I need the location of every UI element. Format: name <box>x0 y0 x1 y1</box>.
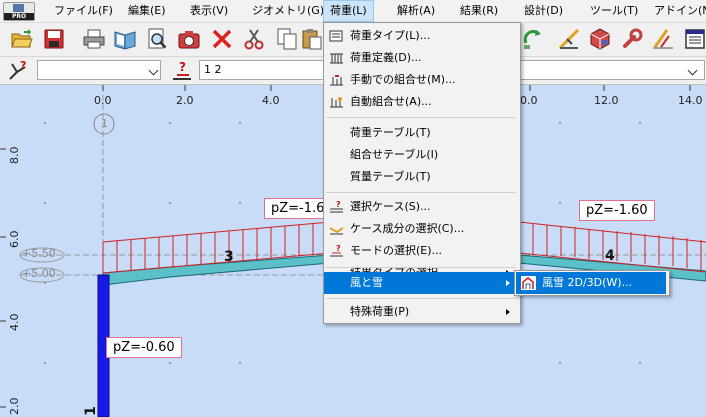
y-tick-3: 2.0 <box>8 397 21 416</box>
load-type-icon <box>329 29 344 43</box>
member-label-3: 3 <box>224 249 234 265</box>
svg-text:?: ? <box>336 200 341 209</box>
menu-load[interactable]: 荷重(L) <box>323 0 374 22</box>
wind-snow-submenu: 風雪 2D/3D(W)... <box>514 270 670 296</box>
mode-select-icon: ? <box>329 244 344 258</box>
wind-snow-icon <box>521 276 536 290</box>
cube-icon[interactable] <box>588 27 612 51</box>
menu-item-wind-snow-2d3d[interactable]: 風雪 2D/3D(W)... <box>516 272 666 294</box>
menu-item-select-case[interactable]: ? 選択ケース(S)... <box>324 196 518 218</box>
menu-view[interactable]: 表示(V) <box>184 0 234 22</box>
measure-icon[interactable] <box>557 27 581 51</box>
level-label-upper: +5.50 <box>22 247 56 260</box>
book-icon[interactable] <box>113 27 137 51</box>
node-ref-label: 1 <box>101 117 108 130</box>
load-label-right[interactable]: pZ=-1.60 <box>579 200 655 221</box>
menu-analysis[interactable]: 解析(A) <box>391 0 441 22</box>
window-icon[interactable] <box>683 27 706 51</box>
svg-text:?: ? <box>20 59 26 72</box>
y-tick-1: 6.0 <box>8 230 21 249</box>
select-case-icon: ? <box>329 200 344 214</box>
menu-item-manual-combination[interactable]: 手動での組合せ(M)... <box>324 69 518 91</box>
member-label-4: 4 <box>605 248 615 264</box>
x-tick-1: 2.0 <box>176 94 194 107</box>
camera-icon[interactable] <box>177 27 201 51</box>
refresh-icon[interactable] <box>522 27 546 51</box>
menu-edit[interactable]: 編集(E) <box>122 0 172 22</box>
chevron-down-icon <box>687 65 698 76</box>
menu-item-load-table[interactable]: 荷重テーブル(T) <box>324 122 518 144</box>
save-icon[interactable] <box>42 27 66 51</box>
load-case-icon: ? <box>171 59 195 83</box>
select-node-icon[interactable]: ? <box>6 59 30 83</box>
menu-bar: PRO ファイル(F) 編集(E) 表示(V) ジオメトリ(G) 荷重(L) 解… <box>0 0 706 23</box>
menu-item-load-definition[interactable]: 荷重定義(D)... <box>324 47 518 69</box>
app-logo: PRO <box>3 2 35 21</box>
paste-icon[interactable] <box>300 27 324 51</box>
menu-separator <box>326 192 516 193</box>
svg-text:?: ? <box>336 244 341 253</box>
y-tick-0: 8.0 <box>8 146 21 165</box>
result-combo[interactable] <box>519 60 705 80</box>
open-icon[interactable] <box>10 27 34 51</box>
manual-combination-icon <box>329 73 344 87</box>
print-preview-icon[interactable] <box>145 27 169 51</box>
menu-item-special-loads[interactable]: 特殊荷重(P) <box>324 301 518 323</box>
menu-results[interactable]: 結果(R) <box>454 0 504 22</box>
svg-text:?: ? <box>179 60 186 74</box>
load-menu-dropdown: 荷重タイプ(L)... 荷重定義(D)... 手動での組合せ(M)... 自動組… <box>323 22 521 324</box>
app-icon <box>13 4 24 12</box>
load-definition-icon <box>329 51 344 65</box>
menu-item-load-type[interactable]: 荷重タイプ(L)... <box>324 25 518 47</box>
x-tick-2: 4.0 <box>262 94 280 107</box>
menu-tools[interactable]: ツール(T) <box>584 0 644 22</box>
x-tick-0: 0.0 <box>94 94 112 107</box>
menu-file[interactable]: ファイル(F) <box>48 0 119 22</box>
print-icon[interactable] <box>82 27 106 51</box>
member-label-1: 1 <box>82 406 99 416</box>
x-tick-5: 14.0 <box>678 94 703 107</box>
selection-combo[interactable] <box>37 60 161 80</box>
y-tick-2: 4.0 <box>8 313 21 332</box>
x-tick-3: 0.0 <box>520 94 538 107</box>
menu-separator <box>326 298 516 299</box>
load-case-combo[interactable]: 1 2 <box>199 60 324 80</box>
chevron-down-icon <box>148 65 159 76</box>
menu-separator <box>326 117 516 118</box>
level-label-lower: +5.00 <box>22 267 56 280</box>
menu-geometry[interactable]: ジオメトリ(G) <box>246 0 330 22</box>
draw-icon[interactable] <box>651 27 675 51</box>
submenu-arrow-icon <box>506 280 510 286</box>
menu-item-mode-select[interactable]: ? モードの選択(E)... <box>324 240 518 262</box>
menu-addin[interactable]: アドイン(N) <box>648 0 706 22</box>
logo-text: PRO <box>4 13 34 20</box>
case-component-icon <box>329 222 344 236</box>
menu-item-mass-table[interactable]: 質量テーブル(T) <box>324 166 518 188</box>
menu-item-wind-snow[interactable]: 風と雪 <box>324 272 518 294</box>
load-label-column[interactable]: pZ=-0.60 <box>106 337 182 358</box>
copy-icon[interactable] <box>275 27 299 51</box>
delete-icon[interactable] <box>210 27 234 51</box>
cut-icon[interactable] <box>242 27 266 51</box>
menu-item-combination-table[interactable]: 組合せテーブル(I) <box>324 144 518 166</box>
x-tick-4: 12.0 <box>594 94 619 107</box>
load-label-left[interactable]: pZ=-1.6 <box>264 198 332 219</box>
menu-item-case-component[interactable]: ケース成分の選択(C)... <box>324 218 518 240</box>
load-case-combo-value: 1 2 <box>204 63 222 76</box>
menu-design[interactable]: 設計(D) <box>518 0 569 22</box>
wrench-icon[interactable] <box>620 27 644 51</box>
menu-separator <box>326 267 516 268</box>
menu-item-auto-combination[interactable]: 自動組合せ(A)... <box>324 91 518 113</box>
submenu-arrow-icon <box>506 309 510 315</box>
auto-combination-icon <box>329 95 344 109</box>
